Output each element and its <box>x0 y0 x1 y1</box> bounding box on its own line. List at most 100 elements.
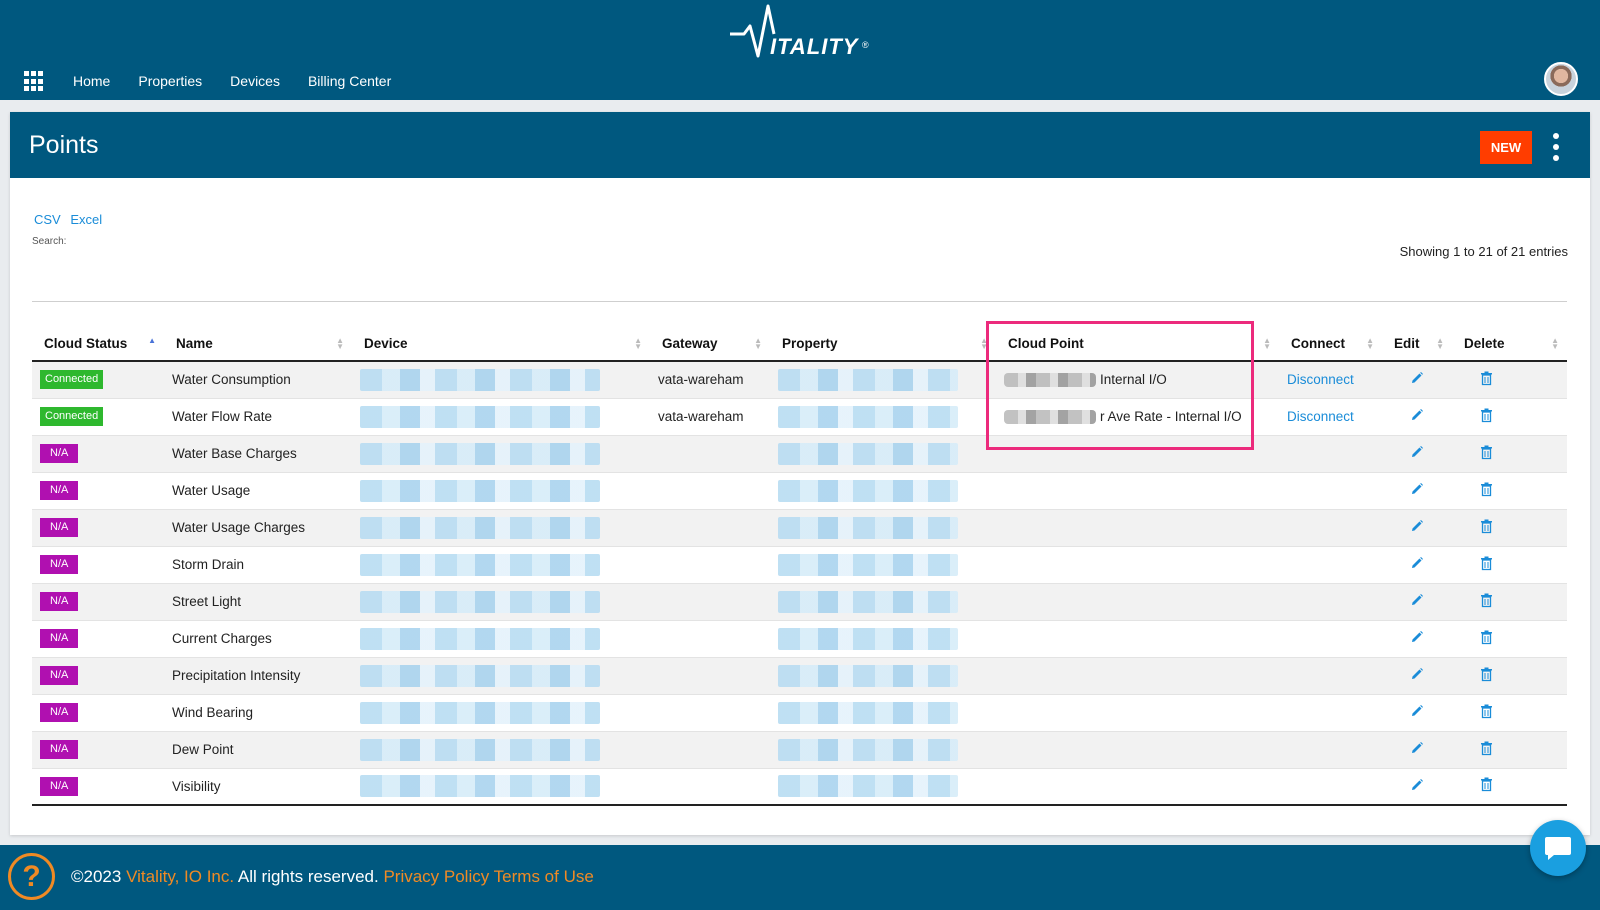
chat-icon[interactable] <box>1530 820 1586 876</box>
cloud-point-cell <box>996 657 1279 695</box>
table-row: N/A Visibility <box>32 768 1567 806</box>
status-badge: Connected <box>40 407 104 426</box>
redacted-device <box>360 775 600 798</box>
trash-icon[interactable] <box>1480 704 1493 722</box>
device-cell <box>352 398 650 436</box>
excel-export-link[interactable]: Excel <box>70 212 102 227</box>
trash-icon[interactable] <box>1480 777 1493 795</box>
gateway-cell: vata-wareham <box>650 361 770 399</box>
trash-icon[interactable] <box>1480 741 1493 759</box>
trash-icon[interactable] <box>1480 445 1493 463</box>
pencil-icon[interactable] <box>1410 445 1424 462</box>
device-cell <box>352 731 650 769</box>
pencil-icon[interactable] <box>1410 519 1424 536</box>
point-name: Current Charges <box>172 631 272 646</box>
nav-devices[interactable]: Devices <box>230 73 280 89</box>
trash-icon[interactable] <box>1480 482 1493 500</box>
edit-cell <box>1382 694 1452 732</box>
disconnect-link[interactable]: Disconnect <box>1287 372 1354 387</box>
kebab-menu-icon[interactable] <box>1550 133 1562 161</box>
connect-cell <box>1279 731 1382 769</box>
nav-home[interactable]: Home <box>73 73 110 89</box>
page-title: Points <box>29 131 99 159</box>
redacted-cloud-point <box>1004 410 1096 425</box>
cloud-point-cell <box>996 768 1279 806</box>
col-connect[interactable]: Connect ▲ ▼ <box>1279 326 1382 362</box>
avatar[interactable] <box>1544 62 1578 96</box>
pencil-icon[interactable] <box>1410 778 1424 795</box>
status-badge: N/A <box>40 444 79 463</box>
delete-cell <box>1452 620 1567 658</box>
footer: ? ©2023 Vitality, IO Inc. All rights res… <box>0 845 1600 910</box>
nav-properties[interactable]: Properties <box>138 73 202 89</box>
privacy-policy-link[interactable]: Privacy Policy <box>383 867 489 886</box>
delete-cell <box>1452 657 1567 695</box>
pencil-icon[interactable] <box>1410 593 1424 610</box>
nav-billing-center[interactable]: Billing Center <box>308 73 391 89</box>
company-link[interactable]: Vitality, IO Inc. <box>126 867 234 886</box>
redacted-property <box>778 775 958 798</box>
trash-icon[interactable] <box>1480 593 1493 611</box>
csv-export-link[interactable]: CSV <box>34 212 61 227</box>
pencil-icon[interactable] <box>1410 482 1424 499</box>
gateway-cell <box>650 583 770 621</box>
table-row: Connected Water Flow Rate vata-wareham r Av… <box>32 398 1567 436</box>
col-gateway[interactable]: Gateway ▲ ▼ <box>650 326 770 362</box>
connect-cell: Disconnect <box>1279 398 1382 436</box>
col-edit[interactable]: Edit ▲ ▼ <box>1382 326 1452 362</box>
point-name: Precipitation Intensity <box>172 668 301 683</box>
redacted-property <box>778 479 958 502</box>
card-header: Points NEW <box>10 112 1590 178</box>
point-name: Street Light <box>172 594 242 609</box>
sort-asc-icon: ▲ <box>148 336 156 345</box>
help-icon[interactable]: ? <box>8 853 55 900</box>
col-name[interactable]: Name ▲ ▼ <box>164 326 352 362</box>
table-body: Connected Water Consumption vata-wareham In… <box>32 361 1567 806</box>
name-cell: Visibility <box>164 768 352 806</box>
pencil-icon[interactable] <box>1410 556 1424 573</box>
pencil-icon[interactable] <box>1410 630 1424 647</box>
terms-of-use-link[interactable]: Terms of Use <box>494 867 594 886</box>
trash-icon[interactable] <box>1480 630 1493 648</box>
col-delete[interactable]: Delete ▲ ▼ <box>1452 326 1567 362</box>
trash-icon[interactable] <box>1480 667 1493 685</box>
entries-info: Showing 1 to 21 of 21 entries <box>1399 244 1568 259</box>
vitality-logo[interactable]: ITALITY ® <box>730 4 880 66</box>
edit-cell <box>1382 731 1452 769</box>
col-cloud-point[interactable]: Cloud Point ▲ ▼ <box>996 326 1279 362</box>
redacted-property <box>778 701 958 724</box>
pencil-icon[interactable] <box>1410 667 1424 684</box>
apps-grid-icon[interactable] <box>24 71 45 92</box>
status-badge: N/A <box>40 481 79 500</box>
pencil-icon[interactable] <box>1410 741 1424 758</box>
edit-cell <box>1382 398 1452 436</box>
col-device[interactable]: Device ▲ ▼ <box>352 326 650 362</box>
redacted-device <box>360 738 600 761</box>
trash-icon[interactable] <box>1480 371 1493 389</box>
col-property[interactable]: Property ▲ ▼ <box>770 326 996 362</box>
point-name: Dew Point <box>172 742 234 757</box>
header-label: Property <box>782 335 838 351</box>
redacted-device <box>360 553 600 576</box>
trash-icon[interactable] <box>1480 556 1493 574</box>
point-name: Water Usage <box>172 483 251 498</box>
pencil-icon[interactable] <box>1410 704 1424 721</box>
col-cloud-status[interactable]: Cloud Status ▲ <box>32 326 164 362</box>
redacted-device <box>360 368 600 391</box>
cloud-point-cell <box>996 694 1279 732</box>
delete-cell <box>1452 768 1567 806</box>
edit-cell <box>1382 546 1452 584</box>
gateway-cell <box>650 694 770 732</box>
status-badge: N/A <box>40 666 79 685</box>
gateway-cell <box>650 657 770 695</box>
disconnect-link[interactable]: Disconnect <box>1287 409 1354 424</box>
new-button[interactable]: NEW <box>1480 131 1532 164</box>
gateway-cell <box>650 546 770 584</box>
pencil-icon[interactable] <box>1410 408 1424 425</box>
trash-icon[interactable] <box>1480 519 1493 537</box>
header-label: Name <box>176 335 213 351</box>
name-cell: Water Base Charges <box>164 435 352 473</box>
pencil-icon[interactable] <box>1410 371 1424 388</box>
trash-icon[interactable] <box>1480 408 1493 426</box>
redacted-device <box>360 516 600 539</box>
